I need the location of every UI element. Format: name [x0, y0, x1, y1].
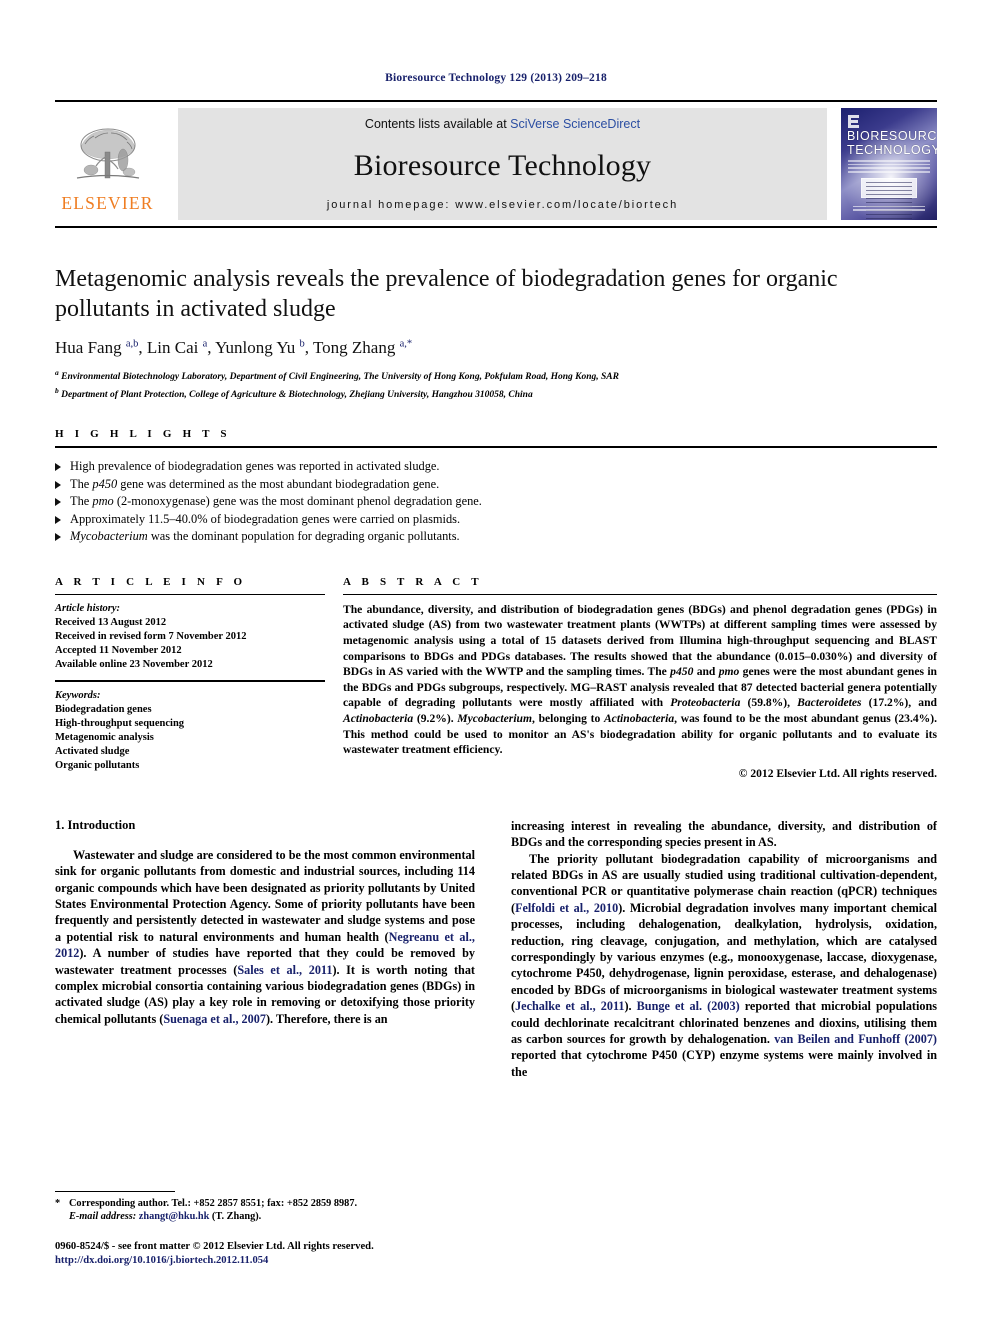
- section-heading-introduction: 1. Introduction: [55, 817, 136, 832]
- intro-paragraph-left: Wastewater and sludge are considered to …: [55, 847, 475, 1026]
- elsevier-tree-icon: [76, 128, 139, 179]
- author-list: Hua Fang a,b, Lin Cai a, Yunlong Yu b, T…: [55, 338, 413, 357]
- corresponding-author-note: * Corresponding author. Tel.: +852 2857 …: [55, 1197, 475, 1224]
- affiliation-b-text: Department of Plant Protection, College …: [61, 390, 533, 401]
- list-item: Received in revised form 7 November 2012: [55, 630, 247, 642]
- affiliations: a Environmental Biotechnology Laboratory…: [55, 366, 937, 402]
- copyright-line: © 2012 Elsevier Ltd. All rights reserved…: [738, 766, 937, 780]
- elsevier-logo: ELSEVIER: [55, 102, 160, 226]
- intro-paragraph-right-2: The priority pollutant biodegradation ca…: [511, 851, 937, 1079]
- journal-masthead: ELSEVIER Contents lists available at Sci…: [55, 100, 937, 228]
- triangle-bullet-icon: [55, 533, 61, 542]
- affiliation-a: a Environmental Biotechnology Laboratory…: [55, 366, 937, 384]
- abstract-text: The abundance, diversity, and distributi…: [343, 602, 938, 757]
- cover-figure-box: [861, 178, 917, 219]
- journal-title: Bioresource Technology: [353, 149, 652, 182]
- article-first-page: Bioresource Technology 129 (2013) 209–21…: [0, 0, 992, 1323]
- title-block: Metagenomic analysis reveals the prevale…: [55, 264, 937, 402]
- list-item: Activated sludge: [55, 745, 130, 757]
- keywords-label: Keywords:: [55, 689, 101, 701]
- body-column-left: 1. Introduction Wastewater and sludge ar…: [55, 818, 475, 1148]
- triangle-bullet-icon: [55, 515, 61, 524]
- list-item: Available online 23 November 2012: [55, 658, 213, 670]
- contents-prefix: Contents lists available at: [364, 117, 511, 131]
- affiliation-b-marker: b: [55, 386, 59, 396]
- highlights-heading: H I G H L I G H T S: [55, 428, 231, 441]
- list-item: Accepted 11 November 2012: [55, 644, 182, 656]
- affiliation-a-marker: a: [55, 368, 59, 377]
- triangle-bullet-icon: [55, 463, 61, 472]
- email-address-label: E-mail address:: [69, 1211, 137, 1223]
- highlight-item: High prevalence of biodegradation genes …: [55, 458, 937, 476]
- highlight-item: Approximately 11.5–40.0% of biodegradati…: [55, 511, 937, 529]
- doi-line[interactable]: http://dx.doi.org/10.1016/j.biortech.201…: [55, 1254, 475, 1268]
- journal-cover-thumbnail: BIORESOURCE TECHNOLOGY: [841, 108, 937, 220]
- abstract-column: A B S T R A C T The abundance, diversity…: [343, 576, 937, 780]
- highlight-item: The pmo (2-monoxygenase) gene was the mo…: [55, 493, 937, 511]
- highlight-item: The p450 gene was determined as the most…: [55, 476, 937, 494]
- cover-journal-name: BIORESOURCE TECHNOLOGY: [847, 129, 937, 157]
- footnote-divider: [55, 1190, 175, 1192]
- journal-band: Contents lists available at SciVerse Sci…: [178, 108, 827, 220]
- highlights-section: H I G H L I G H T S High prevalence of b…: [55, 428, 937, 546]
- journal-homepage[interactable]: journal homepage: www.elsevier.com/locat…: [327, 199, 678, 211]
- footnote-area: * Corresponding author. Tel.: +852 2857 …: [55, 1190, 475, 1268]
- corresponding-author-text: Corresponding author. Tel.: +852 2857 85…: [69, 1197, 358, 1209]
- email-owner: (T. Zhang).: [211, 1211, 262, 1223]
- email-address-link[interactable]: zhangt@hku.hk: [139, 1211, 210, 1222]
- corresponding-author-marker: *: [55, 1197, 61, 1209]
- article-history-label: Article history:: [55, 602, 121, 614]
- list-item: High-throughput sequencing: [55, 717, 185, 729]
- affiliation-a-text: Environmental Biotechnology Laboratory, …: [61, 372, 619, 383]
- abstract-heading: A B S T R A C T: [343, 575, 483, 588]
- highlights-list: High prevalence of biodegradation genes …: [55, 458, 937, 546]
- body-column-right: increasing interest in revealing the abu…: [511, 818, 937, 1148]
- elsevier-wordmark: ELSEVIER: [61, 192, 154, 213]
- body-columns: 1. Introduction Wastewater and sludge ar…: [55, 818, 937, 1148]
- cover-title-line-2: TECHNOLOGY: [847, 142, 937, 157]
- keywords-list: Biodegradation genes High-throughput sequ…: [55, 703, 325, 773]
- issn-line: 0960-8524/$ - see front matter © 2012 El…: [55, 1241, 374, 1252]
- list-item: Organic pollutants: [55, 759, 140, 771]
- triangle-bullet-icon: [55, 498, 61, 507]
- cover-title-line-1: BIORESOURCE: [847, 129, 937, 143]
- list-item: Biodegradation genes: [55, 703, 152, 715]
- sciencedirect-link[interactable]: SciVerse ScienceDirect: [510, 117, 640, 131]
- running-head: Bioresource Technology 129 (2013) 209–21…: [385, 72, 607, 84]
- highlights-divider: [55, 446, 937, 449]
- article-history-list: Received 13 August 2012 Received in revis…: [55, 616, 325, 672]
- cover-subtitle-lines: [848, 160, 930, 174]
- page-title: Metagenomic analysis reveals the prevale…: [55, 266, 838, 322]
- article-info-column: A R T I C L E I N F O Article history: R…: [55, 576, 325, 780]
- affiliation-b: b Department of Plant Protection, Colleg…: [55, 384, 937, 402]
- keywords-divider: [55, 679, 325, 682]
- list-item: Metagenomic analysis: [55, 731, 154, 743]
- cover-elsevier-icon: [848, 115, 859, 128]
- article-info-heading: A R T I C L E I N F O: [55, 575, 247, 588]
- footer-issn-block: 0960-8524/$ - see front matter © 2012 El…: [55, 1240, 475, 1268]
- triangle-bullet-icon: [55, 480, 61, 489]
- info-abstract-row: A R T I C L E I N F O Article history: R…: [55, 576, 937, 780]
- cover-footer-lines: [853, 206, 925, 214]
- abstract-divider: [343, 593, 937, 595]
- intro-paragraph-right-1: increasing interest in revealing the abu…: [511, 818, 937, 850]
- article-info-divider: [55, 593, 325, 595]
- list-item: Received 13 August 2012: [55, 616, 167, 628]
- contents-available-line: Contents lists available at SciVerse Sci…: [365, 117, 640, 131]
- highlight-item: Mycobacterium was the dominant populatio…: [55, 528, 937, 546]
